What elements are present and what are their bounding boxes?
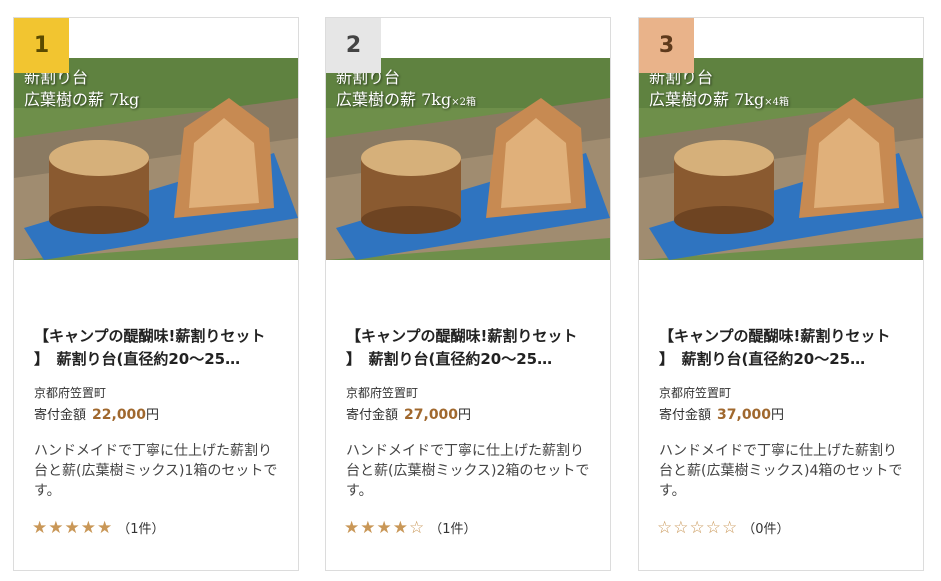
product-card-3[interactable]: 3 新割り台 広葉樹の薪 7kg×4箱 【キャンプの醍醐味!薪割りセット 】 薪… [638, 17, 924, 571]
star-filled-icon: ★ [80, 518, 97, 538]
region: 京都府笠置町 [346, 386, 419, 400]
price-amount: 27,000 [404, 407, 459, 423]
star-empty-icon: ☆ [409, 518, 426, 538]
donation-price: 寄付金額 37,000円 [659, 404, 784, 423]
donation-price: 寄付金額 27,000円 [346, 404, 471, 423]
product-card-1[interactable]: 1 新割り台 広葉樹の薪 7kg 【キャンプの醍醐味!薪割りセット 】 薪割り台… [13, 17, 299, 571]
star-empty-icon: ☆ [657, 518, 674, 538]
rating-stars: ☆☆☆☆☆ （0件） [657, 518, 790, 538]
star-filled-icon: ★ [64, 518, 81, 538]
star-filled-icon: ★ [360, 518, 377, 538]
product-card-2[interactable]: 2 新割り台 広葉樹の薪 7kg×2箱 【キャンプの醍醐味!薪割りセット 】 薪… [325, 17, 611, 571]
region: 京都府笠置町 [659, 386, 732, 400]
title-line[interactable]: 】 薪割り台(直径約20～25… [346, 348, 598, 371]
product-title[interactable]: 【キャンプの醍醐味!薪割りセット 】 薪割り台(直径約20～25… [346, 325, 598, 371]
product-description: ハンドメイドで丁寧に仕上げた薪割り台と薪(広葉樹ミックス)1箱のセットです。 [34, 443, 278, 499]
star-icons: ★★★★★ [32, 518, 113, 538]
star-icons: ☆☆☆☆☆ [657, 518, 738, 538]
title-line[interactable]: 【キャンプの醍醐味!薪割りセット [346, 325, 598, 348]
rank-badge: 3 [639, 18, 694, 73]
star-filled-icon: ★ [97, 518, 114, 538]
rank-badge: 2 [326, 18, 381, 73]
price-unit: 円 [458, 408, 472, 423]
price-amount: 22,000 [92, 407, 147, 423]
title-line[interactable]: 【キャンプの醍醐味!薪割りセット [659, 325, 911, 348]
title-line[interactable]: 】 薪割り台(直径約20～25… [659, 348, 911, 371]
price-unit: 円 [146, 408, 160, 423]
title-line[interactable]: 【キャンプの醍醐味!薪割りセット [34, 325, 286, 348]
donation-price: 寄付金額 22,000円 [34, 404, 159, 423]
price-label: 寄付金額 [346, 408, 399, 423]
photo-caption: 新割り台 広葉樹の薪 7kg×2箱 [336, 68, 476, 109]
price-label: 寄付金額 [34, 408, 87, 423]
star-filled-icon: ★ [48, 518, 65, 538]
rating-stars: ★★★★★ （1件） [32, 518, 165, 538]
review-count: （1件） [429, 522, 477, 537]
star-filled-icon: ★ [392, 518, 409, 538]
star-empty-icon: ☆ [722, 518, 739, 538]
price-amount: 37,000 [717, 407, 772, 423]
product-photo[interactable]: 新割り台 広葉樹の薪 7kg [14, 58, 298, 260]
title-line[interactable]: 】 薪割り台(直径約20～25… [34, 348, 286, 371]
review-count: （0件） [742, 522, 790, 537]
rank-badge: 1 [14, 18, 69, 73]
star-filled-icon: ★ [32, 518, 49, 538]
review-count: （1件） [117, 522, 165, 537]
price-label: 寄付金額 [659, 408, 712, 423]
region: 京都府笠置町 [34, 386, 107, 400]
star-filled-icon: ★ [376, 518, 393, 538]
product-title[interactable]: 【キャンプの醍醐味!薪割りセット 】 薪割り台(直径約20～25… [659, 325, 911, 371]
star-icons: ★★★★☆ [344, 518, 425, 538]
photo-caption: 新割り台 広葉樹の薪 7kg×4箱 [649, 68, 789, 109]
price-unit: 円 [771, 408, 785, 423]
rating-stars: ★★★★☆ （1件） [344, 518, 477, 538]
star-empty-icon: ☆ [673, 518, 690, 538]
star-filled-icon: ★ [344, 518, 361, 538]
product-description: ハンドメイドで丁寧に仕上げた薪割り台と薪(広葉樹ミックス)4箱のセットです。 [659, 443, 903, 499]
photo-caption: 新割り台 広葉樹の薪 7kg [24, 68, 140, 109]
star-empty-icon: ☆ [705, 518, 722, 538]
product-description: ハンドメイドで丁寧に仕上げた薪割り台と薪(広葉樹ミックス)2箱のセットです。 [346, 443, 590, 499]
product-title[interactable]: 【キャンプの醍醐味!薪割りセット 】 薪割り台(直径約20～25… [34, 325, 286, 371]
product-photo[interactable]: 新割り台 広葉樹の薪 7kg×4箱 [639, 58, 923, 260]
star-empty-icon: ☆ [689, 518, 706, 538]
product-photo[interactable]: 新割り台 広葉樹の薪 7kg×2箱 [326, 58, 610, 260]
